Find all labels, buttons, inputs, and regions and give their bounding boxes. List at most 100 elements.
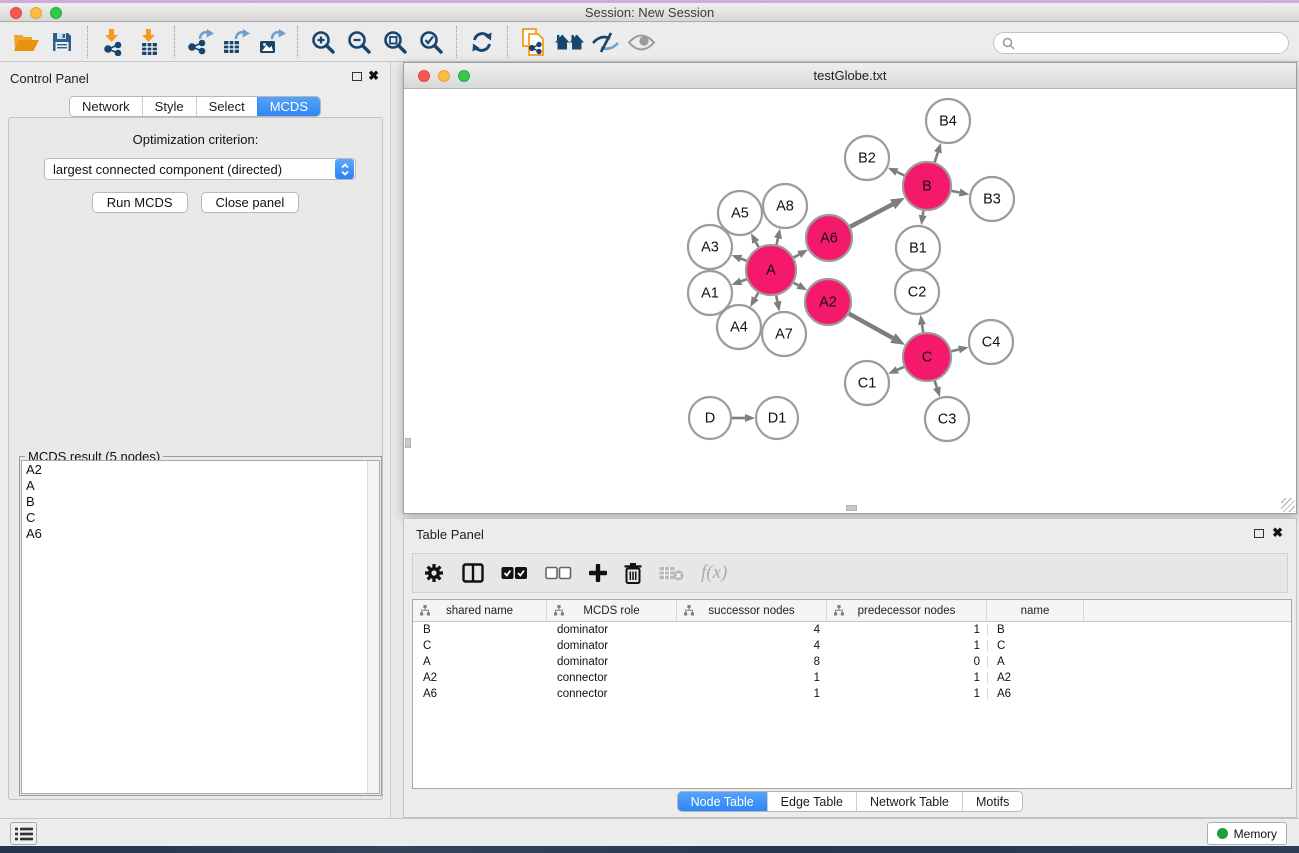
close-panel-icon[interactable]: ✖ bbox=[368, 68, 379, 84]
column-header-name[interactable]: name bbox=[987, 600, 1084, 621]
tab-network[interactable]: Network bbox=[70, 97, 142, 116]
cell-shared-name[interactable]: B bbox=[413, 624, 547, 636]
memory-button[interactable]: Memory bbox=[1207, 822, 1287, 845]
export-image-button[interactable] bbox=[254, 26, 290, 58]
cell-predecessor-nodes[interactable]: 1 bbox=[827, 624, 987, 636]
close-panel-button[interactable]: Close panel bbox=[201, 192, 300, 213]
graph-edge-B-B3[interactable] bbox=[952, 191, 960, 193]
tab-style[interactable]: Style bbox=[142, 97, 196, 116]
table-row[interactable]: A6connector11A6 bbox=[413, 686, 1291, 702]
cell-name[interactable]: A bbox=[987, 656, 1084, 668]
cell-mcds-role[interactable]: dominator bbox=[547, 624, 677, 636]
result-item[interactable]: C bbox=[22, 509, 379, 525]
cell-successor-nodes[interactable]: 4 bbox=[677, 624, 827, 636]
zoom-in-button[interactable] bbox=[305, 26, 341, 58]
float-panel-icon[interactable] bbox=[1254, 529, 1264, 538]
new-network-from-selection-button[interactable] bbox=[515, 26, 551, 58]
tab-edge-table[interactable]: Edge Table bbox=[767, 792, 856, 811]
cell-name[interactable]: A2 bbox=[987, 672, 1084, 684]
cell-predecessor-nodes[interactable]: 1 bbox=[827, 672, 987, 684]
zoom-selected-button[interactable] bbox=[413, 26, 449, 58]
cell-shared-name[interactable]: A2 bbox=[413, 672, 547, 684]
graph-edge-C-C3[interactable] bbox=[935, 381, 937, 388]
network-graph[interactable]: B4B2BB3A8A5A6A3B1AC2A1A2A4A7C4CC1C3DD1 bbox=[404, 89, 1296, 513]
cell-shared-name[interactable]: C bbox=[413, 640, 547, 652]
select-all-button[interactable] bbox=[501, 566, 528, 580]
network-canvas[interactable]: B4B2BB3A8A5A6A3B1AC2A1A2A4A7C4CC1C3DD1 bbox=[404, 89, 1296, 513]
tab-mcds[interactable]: MCDS bbox=[257, 97, 320, 116]
import-table-button[interactable] bbox=[131, 26, 167, 58]
cell-successor-nodes[interactable]: 1 bbox=[677, 672, 827, 684]
float-panel-icon[interactable] bbox=[352, 72, 362, 81]
open-session-button[interactable] bbox=[8, 26, 44, 58]
graph-edge-A6-B[interactable] bbox=[850, 204, 892, 226]
graph-edge-A-A3[interactable] bbox=[741, 259, 747, 261]
zoom-out-button[interactable] bbox=[341, 26, 377, 58]
cell-successor-nodes[interactable]: 8 bbox=[677, 656, 827, 668]
graph-edge-A-A8[interactable] bbox=[777, 238, 778, 244]
graph-edge-B-B4[interactable] bbox=[935, 152, 938, 162]
run-mcds-button[interactable]: Run MCDS bbox=[92, 192, 188, 213]
graph-edge-A-A1[interactable] bbox=[741, 279, 747, 281]
close-panel-icon[interactable]: ✖ bbox=[1272, 525, 1283, 541]
window-resize-grip[interactable] bbox=[1281, 498, 1295, 512]
graph-edge-A-A2[interactable] bbox=[794, 283, 799, 286]
result-item[interactable]: A2 bbox=[22, 461, 379, 477]
cell-successor-nodes[interactable]: 4 bbox=[677, 640, 827, 652]
refresh-button[interactable] bbox=[464, 26, 500, 58]
cell-mcds-role[interactable]: dominator bbox=[547, 656, 677, 668]
tab-network-table[interactable]: Network Table bbox=[856, 792, 962, 811]
show-all-networks-button[interactable] bbox=[551, 26, 587, 58]
delete-table-button[interactable] bbox=[659, 565, 684, 581]
delete-row-button[interactable] bbox=[624, 563, 642, 584]
result-scrollbar[interactable] bbox=[367, 461, 379, 793]
graph-edge-B-B1[interactable] bbox=[923, 211, 924, 216]
search-input[interactable] bbox=[1020, 36, 1280, 50]
table-row[interactable]: Adominator80A bbox=[413, 654, 1291, 670]
hide-graphics-details-button[interactable] bbox=[587, 26, 623, 58]
apply-function-button[interactable]: f(x) bbox=[701, 562, 727, 584]
save-session-button[interactable] bbox=[44, 26, 80, 58]
table-row[interactable]: Bdominator41B bbox=[413, 622, 1291, 638]
result-item[interactable]: A bbox=[22, 477, 379, 493]
graph-edge-B-B2[interactable] bbox=[897, 172, 904, 175]
graph-edge-A2-C[interactable] bbox=[849, 314, 893, 338]
network-vertical-scroll-thumb[interactable] bbox=[405, 438, 411, 448]
toolbar-search[interactable] bbox=[993, 32, 1289, 54]
result-item[interactable]: A6 bbox=[22, 525, 379, 541]
network-horizontal-scroll-thumb[interactable] bbox=[846, 505, 857, 511]
graph-edge-A-A5[interactable] bbox=[756, 242, 759, 247]
add-row-button[interactable] bbox=[589, 564, 607, 582]
tab-select[interactable]: Select bbox=[196, 97, 257, 116]
column-header-successor-nodes[interactable]: successor nodes bbox=[677, 600, 827, 621]
graph-edge-C-C1[interactable] bbox=[897, 367, 904, 370]
cell-mcds-role[interactable]: connector bbox=[547, 688, 677, 700]
split-table-button[interactable] bbox=[462, 563, 484, 583]
cell-name[interactable]: B bbox=[987, 624, 1084, 636]
graph-edge-A-A4[interactable] bbox=[755, 293, 758, 299]
cell-mcds-role[interactable]: connector bbox=[547, 672, 677, 684]
cell-successor-nodes[interactable]: 1 bbox=[677, 688, 827, 700]
cell-shared-name[interactable]: A bbox=[413, 656, 547, 668]
tab-node-table[interactable]: Node Table bbox=[678, 792, 767, 811]
deselect-all-button[interactable] bbox=[545, 566, 572, 580]
cell-predecessor-nodes[interactable]: 1 bbox=[827, 640, 987, 652]
graph-edge-C-C4[interactable] bbox=[951, 350, 959, 352]
result-item[interactable]: B bbox=[22, 493, 379, 509]
column-header-predecessor-nodes[interactable]: predecessor nodes bbox=[827, 600, 987, 621]
cell-predecessor-nodes[interactable]: 0 bbox=[827, 656, 987, 668]
export-table-button[interactable] bbox=[218, 26, 254, 58]
table-row[interactable]: A2connector11A2 bbox=[413, 670, 1291, 686]
tab-motifs[interactable]: Motifs bbox=[962, 792, 1022, 811]
graph-edge-A-A7[interactable] bbox=[776, 295, 777, 301]
zoom-fit-button[interactable] bbox=[377, 26, 413, 58]
cell-name[interactable]: A6 bbox=[987, 688, 1084, 700]
criterion-dropdown[interactable]: largest connected component (directed) bbox=[44, 158, 356, 180]
export-network-button[interactable] bbox=[182, 26, 218, 58]
cell-name[interactable]: C bbox=[987, 640, 1084, 652]
network-window-titlebar[interactable]: testGlobe.txt bbox=[404, 63, 1296, 89]
column-header-shared-name[interactable]: shared name bbox=[413, 600, 547, 621]
graph-edge-C-C2[interactable] bbox=[922, 325, 923, 333]
app-titlebar[interactable]: Session: New Session bbox=[0, 3, 1299, 22]
cell-shared-name[interactable]: A6 bbox=[413, 688, 547, 700]
